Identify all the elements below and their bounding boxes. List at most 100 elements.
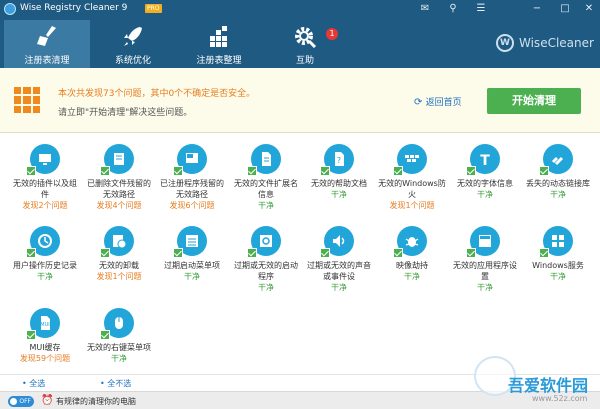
item-status[interactable]: 发现2个问题 (8, 201, 82, 211)
registry-item[interactable]: 用户操作历史记录 干净 (8, 220, 82, 298)
item-status[interactable]: 发现1个问题 (82, 272, 156, 282)
item-status[interactable]: 发现6个问题 (155, 201, 229, 211)
pro-badge: PRO (145, 4, 162, 13)
schedule-toggle[interactable]: OFF (8, 396, 34, 407)
item-label: 已注册程序残留的无效路径 (160, 179, 224, 199)
item-checkbox[interactable] (173, 248, 183, 258)
summary-hint: 请立即"开始清理"解决这些问题。 (58, 108, 193, 118)
grid-icon (14, 87, 40, 113)
svg-text:MUI: MUI (40, 322, 49, 328)
item-status: 干净 (550, 190, 566, 199)
blocks-icon (210, 26, 227, 47)
tab-registry-defrag[interactable]: 注册表整理 (176, 20, 262, 68)
tab-registry-clean[interactable]: 注册表清理 (4, 20, 90, 68)
item-checkbox[interactable] (539, 166, 549, 176)
item-label: 映像劫持 (396, 261, 428, 270)
item-status: 干净 (258, 201, 274, 210)
registry-item[interactable]: ? 无效的帮助文档 干净 (302, 138, 376, 216)
brand-name[interactable]: WiseCleaner (519, 36, 594, 50)
registry-item[interactable]: 过期或无效的启动程序 干净 (229, 220, 303, 298)
item-label: MUI缓存 (29, 343, 61, 352)
summary-result: 本次共发现73个问题，其中0个不确定是否安全。 (58, 89, 256, 99)
item-label: 用户操作历史记录 (13, 261, 77, 270)
registry-item[interactable]: 过期启动菜单项 干净 (155, 220, 229, 298)
select-all-link[interactable]: • 全选 (22, 378, 45, 389)
item-status: 干净 (550, 272, 566, 281)
item-status: 干净 (477, 190, 493, 199)
item-label: 无效的Windows防火 (378, 179, 446, 199)
tab-system-optimize[interactable]: 系统优化 (90, 20, 176, 68)
start-clean-button[interactable]: 开始清理 (487, 88, 581, 114)
registry-item-grid: 无效的插件以及组件发现2个问题 已删除文件残留的无效路径发现4个问题 已注册程序残留… (0, 134, 600, 374)
select-none-link[interactable]: • 全不选 (100, 378, 131, 389)
item-checkbox[interactable] (466, 166, 476, 176)
item-checkbox[interactable] (26, 330, 36, 340)
item-status: 干净 (111, 354, 127, 363)
item-label: Windows服务 (532, 261, 584, 270)
registry-item[interactable]: 无效的Windows防火发现1个问题 (375, 138, 449, 216)
item-checkbox[interactable] (26, 248, 36, 258)
item-checkbox[interactable] (100, 166, 110, 176)
app-header: Wise Registry Cleaner 9 PRO ✉ ⚲ ☰ − □ ✕ … (0, 0, 600, 68)
minimize-button[interactable]: − (530, 2, 544, 16)
item-checkbox[interactable] (320, 248, 330, 258)
schedule-text: 有规律的清理你的电脑 (56, 397, 136, 406)
app-logo-icon (4, 3, 16, 15)
select-none-label: 全不选 (107, 379, 132, 388)
item-checkbox[interactable] (26, 166, 36, 176)
item-checkbox[interactable] (173, 166, 183, 176)
item-label: 过期启动菜单项 (164, 261, 220, 270)
watermark-text: 吾爱软件园 (508, 376, 589, 395)
registry-item[interactable]: 无效的卸载发现1个问题 (82, 220, 156, 298)
item-label: 已删除文件残留的无效路径 (87, 179, 151, 199)
registry-item[interactable]: 无效的右键菜单项 干净 (82, 302, 156, 380)
item-status[interactable]: 发现59个问题 (8, 354, 82, 364)
title-bar: Wise Registry Cleaner 9 PRO ✉ ⚲ ☰ − □ ✕ (0, 0, 600, 18)
close-button[interactable]: ✕ (582, 2, 596, 16)
refresh-icon: ⟳ (414, 97, 426, 108)
registry-item[interactable]: 无效的应用程序设置 干净 (448, 220, 522, 298)
item-label: 无效的卸载 (99, 261, 139, 270)
registry-item[interactable]: 已删除文件残留的无效路径发现4个问题 (82, 138, 156, 216)
registry-item[interactable]: MUI MUI缓存发现59个问题 (8, 302, 82, 380)
item-status[interactable]: 发现4个问题 (82, 201, 156, 211)
item-checkbox[interactable] (466, 248, 476, 258)
maximize-button[interactable]: □ (558, 2, 572, 16)
item-checkbox[interactable] (539, 248, 549, 258)
registry-item[interactable]: 无效的文件扩展名信息 干净 (229, 138, 303, 216)
item-checkbox[interactable] (100, 330, 110, 340)
item-status: 干净 (258, 283, 274, 292)
item-status: 干净 (404, 272, 420, 281)
mail-icon[interactable]: ✉ (418, 2, 432, 16)
skin-icon[interactable]: ⚲ (446, 2, 460, 16)
registry-item[interactable]: Windows服务 干净 (521, 220, 595, 298)
item-label: 无效的插件以及组件 (13, 179, 77, 199)
menu-icon[interactable]: ☰ (474, 2, 488, 16)
item-checkbox[interactable] (393, 248, 403, 258)
svg-text:?: ? (337, 156, 341, 165)
broom-icon (37, 26, 56, 46)
registry-item[interactable]: T 无效的字体信息 干净 (448, 138, 522, 216)
item-checkbox[interactable] (320, 166, 330, 176)
item-checkbox[interactable] (247, 248, 257, 258)
registry-item[interactable]: 映像劫持 干净 (375, 220, 449, 298)
item-label: 无效的右键菜单项 (87, 343, 151, 352)
item-checkbox[interactable] (100, 248, 110, 258)
notification-badge: 1 (326, 28, 338, 40)
tab-mutual-help[interactable]: 互助 (262, 20, 348, 68)
svg-text:T: T (480, 153, 490, 167)
item-checkbox[interactable] (247, 166, 257, 176)
item-status: 干净 (331, 190, 347, 199)
tab-label: 互助 (295, 56, 314, 66)
registry-item[interactable]: 无效的插件以及组件发现2个问题 (8, 138, 82, 216)
back-home-link[interactable]: ⟳ 返回首页 (414, 95, 462, 108)
registry-item[interactable]: 已注册程序残留的无效路径发现6个问题 (155, 138, 229, 216)
item-label: 无效的应用程序设置 (453, 261, 517, 281)
item-status: 干净 (37, 272, 53, 281)
watermark-url: www.52z.com (532, 394, 588, 403)
gear-icon (295, 27, 317, 48)
registry-item[interactable]: 丢失的动态链接库 干净 (521, 138, 595, 216)
registry-item[interactable]: 过期或无效的声音或事件设 干净 (302, 220, 376, 298)
item-status[interactable]: 发现1个问题 (375, 201, 449, 211)
item-checkbox[interactable] (393, 166, 403, 176)
